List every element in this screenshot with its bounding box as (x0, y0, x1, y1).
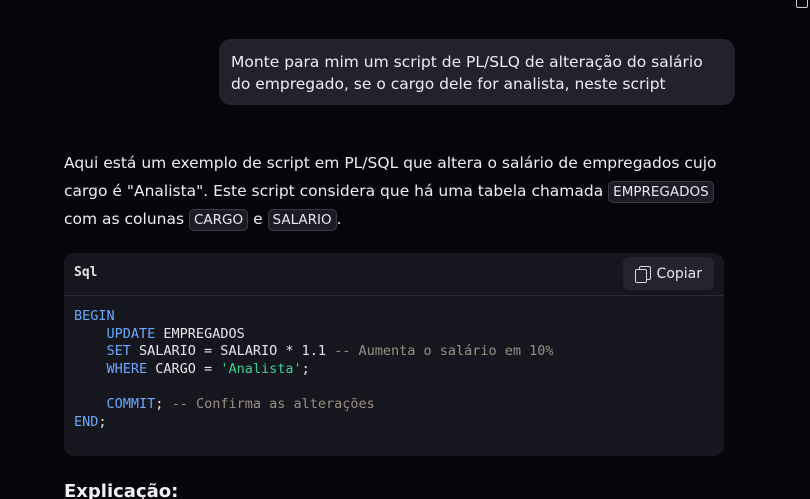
answer-text-2: com as colunas (64, 210, 189, 228)
code-text: EMPREGADOS (155, 325, 245, 342)
answer-text-4: . (336, 210, 342, 228)
chat-page: Monte para mim um script de PL/SLQ de al… (0, 0, 810, 499)
code-keyword: COMMIT (106, 395, 156, 412)
code-block-header: Sql Copiar (64, 253, 724, 296)
code-string: 'Analista' (220, 360, 302, 377)
copy-button[interactable]: Copiar (622, 257, 714, 290)
assistant-answer: Aqui está um exemplo de script em PL/SQL… (64, 149, 728, 233)
user-message-text: Monte para mim um script de PL/SLQ de al… (231, 53, 703, 93)
code-comment: -- Aumenta o salário em 10% (334, 343, 554, 360)
code-line: WHERE CARGO = 'Analista'; (74, 361, 714, 379)
code-keyword: END (74, 413, 99, 430)
code-line: END; (74, 414, 714, 432)
code-line: UPDATE EMPREGADOS (74, 326, 714, 344)
inline-code-cargo: CARGO (189, 209, 249, 231)
code-text: ; (98, 413, 107, 430)
explanation-heading: Explicação: (64, 481, 179, 499)
answer-text-3: e (248, 210, 268, 228)
code-comment: -- Confirma as alterações (171, 395, 375, 412)
copy-icon (634, 265, 651, 283)
code-keyword: BEGIN (74, 308, 115, 324)
code-block: Sql Copiar BEGIN UPDATE EMPREGADOS SET S… (64, 253, 724, 456)
code-keyword: UPDATE (106, 325, 156, 342)
code-line: COMMIT; -- Confirma as alterações (74, 396, 714, 414)
code-keyword: WHERE (106, 360, 148, 377)
code-text: ; (301, 360, 310, 377)
copy-button-label: Copiar (656, 265, 702, 282)
user-message-bubble: Monte para mim um script de PL/SLQ de al… (219, 39, 735, 105)
code-language-label: Sql (74, 265, 98, 280)
code-text: CARGO = (147, 360, 221, 377)
code-line: BEGIN (74, 308, 714, 326)
code-text: ; (155, 395, 172, 412)
code-text: SALARIO = SALARIO * 1.1 (130, 343, 335, 360)
inline-code-salario: SALARIO (267, 209, 337, 231)
window-icon[interactable] (796, 0, 808, 8)
code-line: SET SALARIO = SALARIO * 1.1 -- Aumenta o… (74, 343, 714, 361)
code-keyword: SET (106, 343, 131, 360)
code-content: BEGIN UPDATE EMPREGADOS SET SALARIO = SA… (64, 296, 724, 443)
inline-code-empregados: EMPREGADOS (608, 181, 714, 203)
